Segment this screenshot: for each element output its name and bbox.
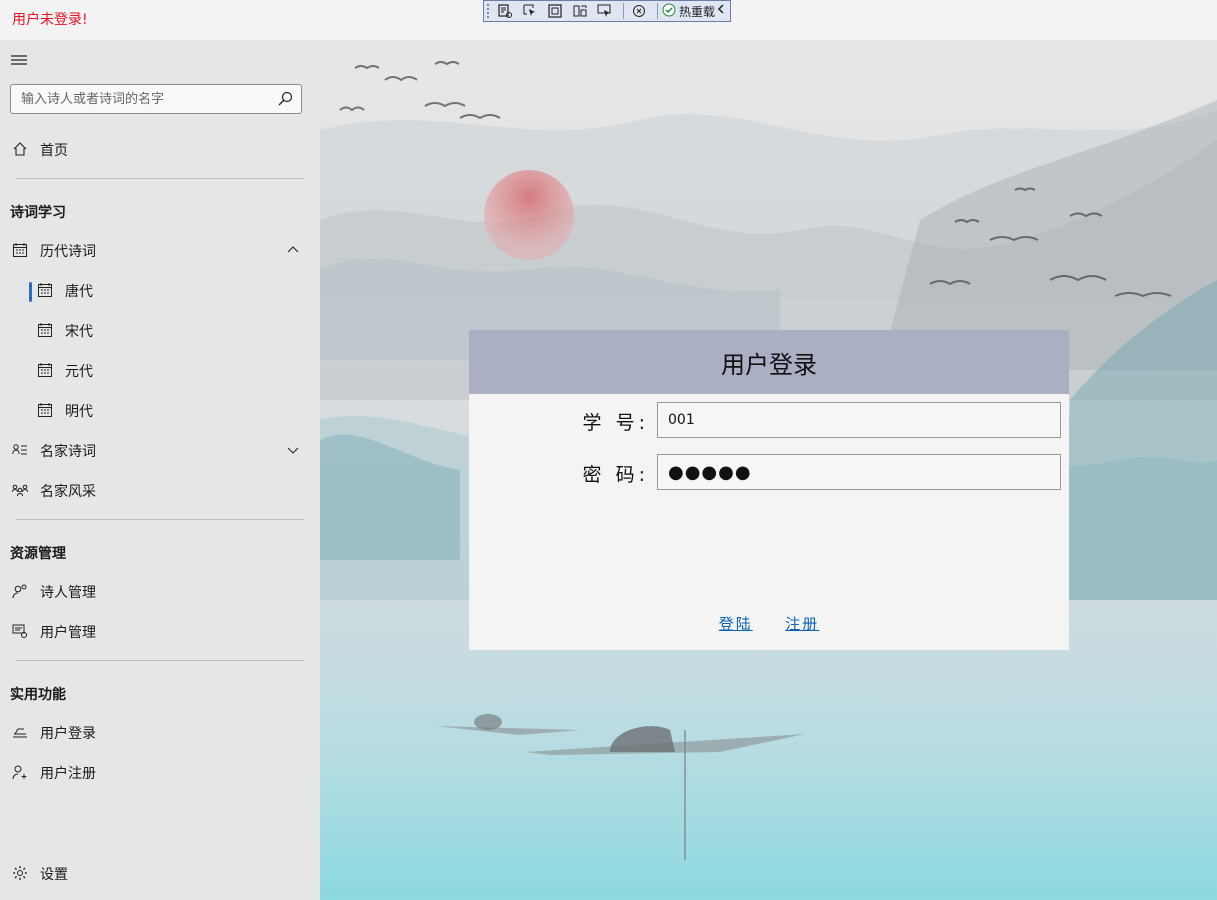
nav-label-song: 宋代 bbox=[65, 324, 93, 340]
track-focus-icon[interactable] bbox=[569, 2, 591, 20]
xaml-debug-toolbar: 热重载 bbox=[483, 0, 731, 22]
sign-in-icon bbox=[12, 724, 28, 740]
nav-item-user-register[interactable]: 用户注册 bbox=[0, 752, 320, 792]
nav-item-ming[interactable]: 明代 bbox=[0, 390, 320, 430]
hot-reload-status[interactable]: 热重载 bbox=[662, 3, 715, 20]
section-header-poetry: 诗词学习 bbox=[10, 205, 66, 221]
calendar-icon bbox=[37, 322, 53, 338]
nav-item-yuan[interactable]: 元代 bbox=[0, 350, 320, 390]
nav-item-poet-management[interactable]: 诗人管理 bbox=[0, 571, 320, 611]
navigation-pane: 首页 诗词学习 历代诗词 唐代 宋代 元代 明代 bbox=[0, 40, 320, 900]
login-title: 用户登录 bbox=[721, 350, 817, 379]
nav-item-dynasty-poems[interactable]: 历代诗词 bbox=[0, 230, 320, 270]
divider bbox=[16, 660, 304, 661]
divider bbox=[16, 178, 304, 179]
live-visual-tree-icon[interactable] bbox=[494, 2, 516, 20]
user-cards-icon bbox=[12, 623, 28, 639]
nav-label-dynasty-poems: 历代诗词 bbox=[40, 244, 96, 260]
nav-item-user-management[interactable]: 用户管理 bbox=[0, 611, 320, 651]
display-layout-adorners-icon[interactable] bbox=[544, 2, 566, 20]
nav-label-famous-poems: 名家诗词 bbox=[40, 444, 96, 460]
nav-label-user-register: 用户注册 bbox=[40, 766, 96, 782]
register-link[interactable]: 注册 bbox=[785, 615, 819, 633]
nav-label-yuan: 元代 bbox=[65, 364, 93, 380]
toolbar-separator bbox=[623, 3, 624, 19]
toolbar-grip[interactable] bbox=[486, 3, 490, 19]
toolbar-separator bbox=[657, 3, 658, 19]
password-input[interactable] bbox=[657, 454, 1061, 490]
hot-reload-label: 热重载 bbox=[679, 4, 716, 19]
search-box bbox=[10, 84, 302, 114]
nav-label-famous-style: 名家风采 bbox=[40, 484, 96, 500]
selection-indicator bbox=[29, 282, 32, 302]
calendar-icon bbox=[37, 402, 53, 418]
calendar-icon bbox=[12, 242, 28, 258]
section-header-resources: 资源管理 bbox=[10, 546, 66, 562]
search-input[interactable] bbox=[11, 85, 261, 113]
section-header-utilities: 实用功能 bbox=[10, 687, 66, 703]
preview-selection-icon[interactable] bbox=[594, 2, 616, 20]
calendar-icon bbox=[37, 282, 53, 298]
chevron-up-icon[interactable] bbox=[286, 243, 300, 261]
password-label: 密 码: bbox=[582, 464, 649, 486]
select-element-icon[interactable] bbox=[519, 2, 541, 20]
nav-label-user-login: 用户登录 bbox=[40, 726, 96, 742]
nav-label-poet-management: 诗人管理 bbox=[40, 585, 96, 601]
add-person-icon bbox=[12, 764, 28, 780]
nav-label-home: 首页 bbox=[40, 143, 68, 159]
content-frame: 用户登录 学 号: 密 码: 登陆 注册 bbox=[320, 40, 1217, 900]
login-header: 用户登录 bbox=[469, 330, 1069, 394]
login-actions: 登陆 注册 bbox=[469, 613, 1069, 634]
hamburger-menu-icon[interactable] bbox=[10, 52, 30, 68]
divider bbox=[16, 519, 304, 520]
nav-label-user-management: 用户管理 bbox=[40, 625, 96, 641]
login-link[interactable]: 登陆 bbox=[719, 615, 753, 633]
title-bar: 用户未登录! 热重载 bbox=[0, 0, 1217, 40]
nav-label-settings: 设置 bbox=[40, 867, 68, 883]
gear-icon bbox=[12, 865, 28, 881]
nav-item-tang[interactable]: 唐代 bbox=[0, 270, 320, 310]
nav-label-ming: 明代 bbox=[65, 404, 93, 420]
nav-item-song[interactable]: 宋代 bbox=[0, 310, 320, 350]
binding-failures-icon[interactable] bbox=[628, 2, 650, 20]
nav-item-home[interactable]: 首页 bbox=[0, 129, 320, 169]
nav-label-tang: 唐代 bbox=[65, 284, 93, 300]
check-circle-icon bbox=[662, 3, 676, 20]
student-id-label: 学 号: bbox=[582, 412, 649, 434]
collapse-toolbar-icon[interactable] bbox=[716, 3, 726, 19]
student-id-input[interactable] bbox=[657, 402, 1061, 438]
chevron-down-icon[interactable] bbox=[286, 443, 300, 461]
calendar-icon bbox=[37, 362, 53, 378]
nav-item-famous-style[interactable]: 名家风采 bbox=[0, 470, 320, 510]
login-status-text: 用户未登录! bbox=[12, 12, 88, 28]
student-id-row: 学 号: bbox=[469, 402, 1069, 438]
search-icon[interactable] bbox=[277, 91, 293, 111]
password-row: 密 码: bbox=[469, 454, 1069, 490]
people-group-icon bbox=[12, 482, 28, 498]
person-settings-icon bbox=[12, 583, 28, 599]
nav-item-user-login[interactable]: 用户登录 bbox=[0, 712, 320, 752]
home-icon bbox=[12, 141, 28, 157]
nav-item-settings[interactable]: 设置 bbox=[0, 853, 320, 893]
nav-item-famous-poems[interactable]: 名家诗词 bbox=[0, 430, 320, 470]
login-dialog: 用户登录 学 号: 密 码: 登陆 注册 bbox=[469, 330, 1069, 650]
contact-list-icon bbox=[12, 442, 28, 458]
